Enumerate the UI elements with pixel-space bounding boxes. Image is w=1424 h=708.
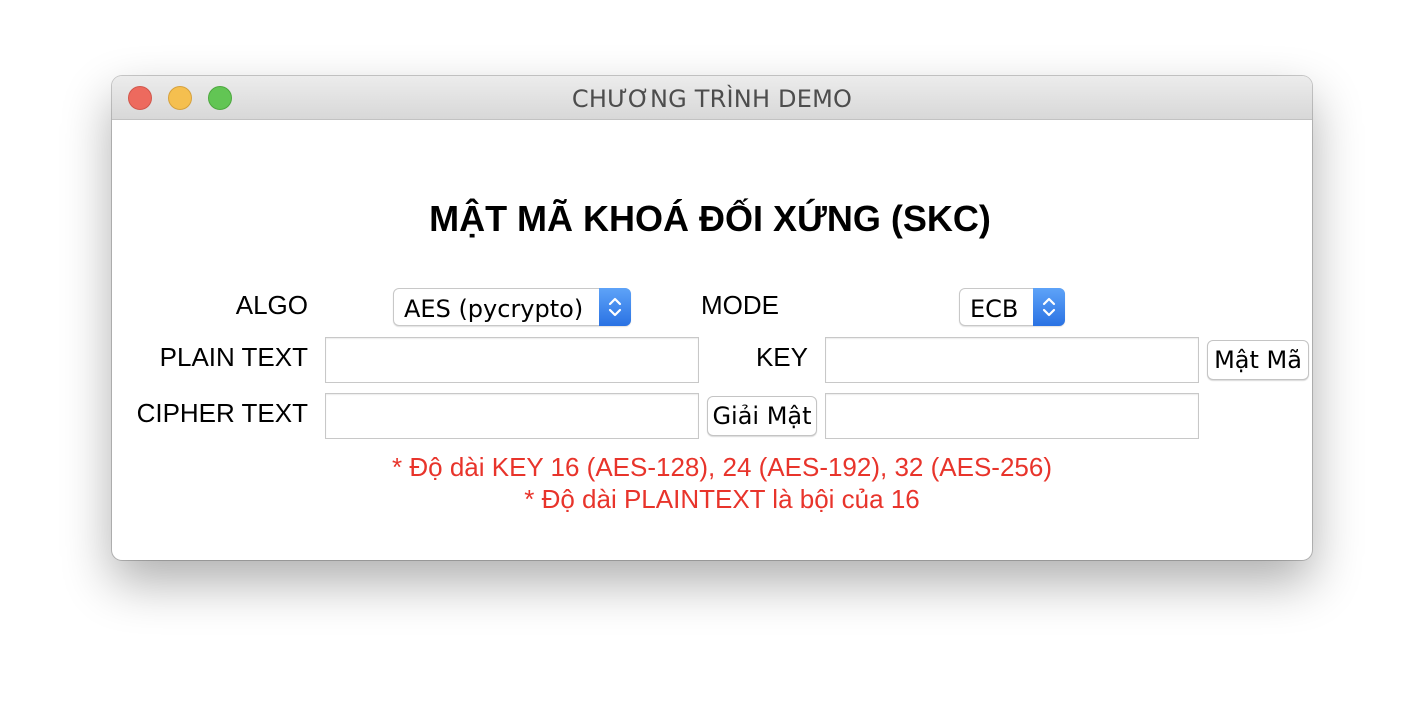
mode-select-stepper[interactable] [1033, 288, 1065, 326]
title-bar[interactable]: CHƯƠNG TRÌNH DEMO [112, 76, 1312, 120]
window-title: CHƯƠNG TRÌNH DEMO [571, 85, 853, 113]
encrypt-button[interactable]: Mật Mã [1207, 340, 1309, 380]
mode-label: MODE [701, 290, 779, 320]
cipher-text-label: CIPHER TEXT [136, 398, 308, 428]
chevron-up-down-icon [608, 297, 622, 317]
cipher-text-input[interactable] [325, 393, 699, 439]
main-content: MẬT MÃ KHOÁ ĐỐI XỨNG (SKC) ALGO AES (pyc… [112, 120, 1312, 560]
chevron-up-down-icon [1042, 297, 1056, 317]
decrypted-text-output[interactable] [825, 393, 1199, 439]
app-window: CHƯƠNG TRÌNH DEMO MẬT MÃ KHOÁ ĐỐI XỨNG (… [112, 76, 1312, 560]
decrypt-button[interactable]: Giải Mật [707, 396, 817, 436]
plain-text-input[interactable] [325, 337, 699, 383]
key-length-note: * Độ dài KEY 16 (AES-128), 24 (AES-192),… [392, 452, 1052, 482]
page-title: MẬT MÃ KHOÁ ĐỐI XỨNG (SKC) [429, 198, 991, 239]
key-label: KEY [755, 342, 808, 372]
plaintext-length-note: * Độ dài PLAINTEXT là bội của 16 [524, 484, 920, 514]
mode-select[interactable]: ECB [959, 288, 1065, 326]
algo-select-stepper[interactable] [599, 288, 631, 326]
plain-text-label: PLAIN TEXT [159, 342, 308, 372]
mode-select-value: ECB [970, 295, 1019, 323]
algo-select-value: AES (pycrypto) [404, 295, 584, 323]
key-input[interactable] [825, 337, 1199, 383]
algo-select[interactable]: AES (pycrypto) [393, 288, 631, 326]
algo-label: ALGO [235, 290, 308, 320]
